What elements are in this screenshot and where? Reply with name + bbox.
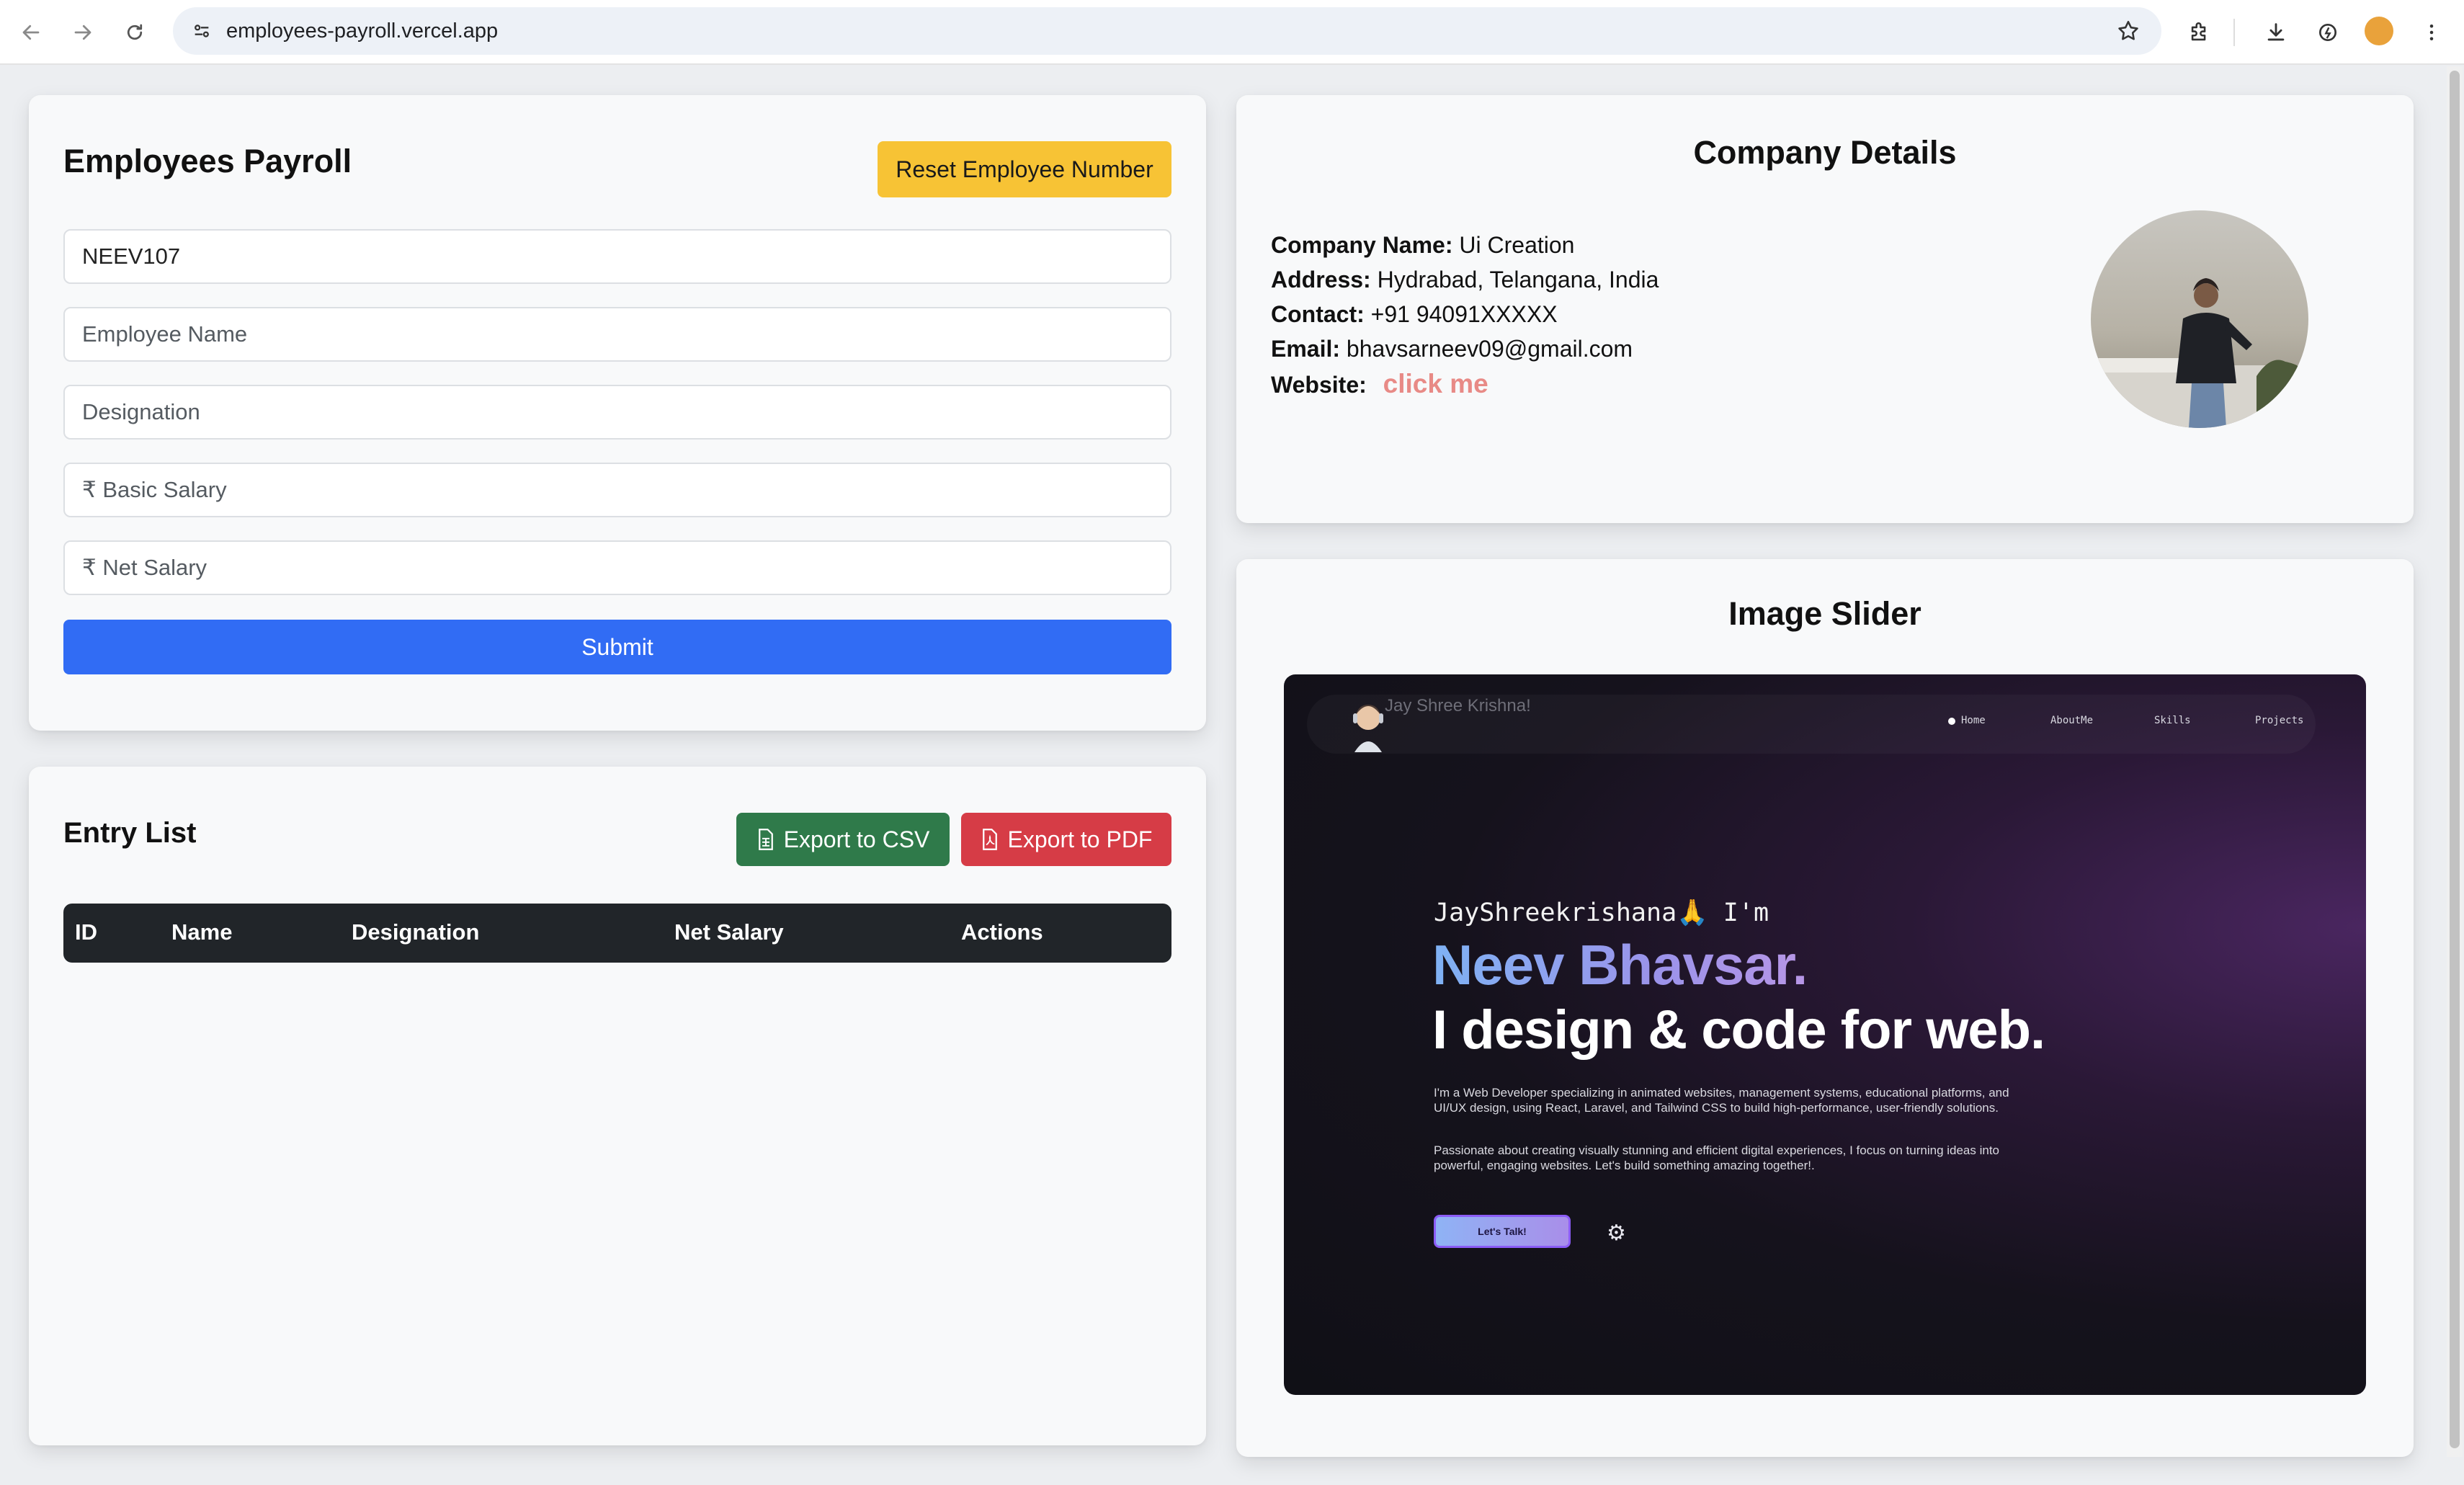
company-name-value: Ui Creation [1459,232,1575,258]
cartoon-avatar-icon [1349,699,1388,752]
website-link[interactable]: click me [1383,369,1488,398]
website-label: Website: [1271,372,1367,398]
slide-nav-skills: Skills [2154,715,2191,726]
profile-avatar[interactable] [2365,17,2393,45]
column-header-name: Name [171,919,233,945]
email-label: Email: [1271,336,1341,362]
arrow-right-icon [74,24,91,40]
nav-active-dot [1948,718,1955,725]
basic-salary-field[interactable] [63,463,1171,517]
star-icon [2118,20,2138,40]
company-name-row: Company Name: Ui Creation [1271,232,1574,259]
entry-list-title: Entry List [63,817,197,849]
slide-brand-text: Jay Shree Krishna! [1385,696,1531,715]
net-salary-field[interactable] [63,540,1171,595]
entry-table-header: ID Name Designation Net Salary Actions [63,904,1171,963]
site-info-button[interactable] [186,15,218,47]
arrow-left-icon [22,24,40,40]
slide-paragraph-1: I'm a Web Developer specializing in anim… [1434,1086,2009,1115]
address-row: Address: Hydrabad, Telangana, India [1271,267,1659,293]
contact-label: Contact: [1271,301,1365,327]
employee-id-field[interactable] [63,229,1171,284]
export-pdf-button[interactable]: Export to PDF [961,813,1171,866]
contact-row: Contact: +91 94091XXXXX [1271,301,1558,328]
export-csv-button[interactable]: Export to CSV [736,813,950,866]
reset-employee-number-button[interactable]: Reset Employee Number [878,141,1171,197]
email-value: bhavsarneev09@gmail.com [1346,336,1633,362]
bookmark-star-button[interactable] [2111,14,2146,48]
reload-button[interactable] [117,14,153,50]
image-slider-title: Image Slider [1728,595,1921,632]
slide-cta-button: Let's Talk! [1434,1215,1571,1248]
designation-field[interactable] [63,385,1171,440]
submit-button[interactable]: Submit [63,620,1171,674]
address-label: Address: [1271,267,1371,293]
website-row: Website: click me [1271,369,1488,399]
column-header-designation: Designation [352,919,480,945]
extensions-button[interactable] [2182,14,2218,50]
performance-button[interactable] [2310,14,2346,50]
employee-name-field[interactable] [63,307,1171,362]
file-pdf-icon [982,829,997,850]
profile-photo [2091,210,2308,428]
back-button[interactable] [13,14,49,50]
slide-nav-aboutme: AboutMe [2050,715,2094,726]
email-row: Email: bhavsarneev09@gmail.com [1271,336,1633,362]
page-scrollbar[interactable] [2447,66,2463,1457]
toolbar-divider [2233,19,2235,46]
download-icon [2267,23,2285,41]
address-value: Hydrabad, Telangana, India [1377,267,1659,293]
slide-nav-projects: Projects [2255,715,2304,726]
tune-icon [195,24,209,37]
forward-button[interactable] [65,14,101,50]
slide-greeting: JayShreekrishana🙏 I'm [1434,898,1769,927]
column-header-id: ID [75,919,97,945]
address-bar[interactable]: employees-payroll.vercel.app [173,7,2161,55]
slider-image[interactable]: Jay Shree Krishna! Home AboutMe Skills P… [1284,674,2366,1395]
export-pdf-label: Export to PDF [1007,826,1153,852]
kebab-menu-icon [2429,24,2434,40]
company-avatar [2091,210,2308,428]
reload-icon [127,24,143,40]
export-csv-label: Export to CSV [783,826,930,852]
browser-menu-button[interactable] [2414,14,2450,50]
downloads-button[interactable] [2258,14,2294,50]
puzzle-icon [2191,22,2206,41]
company-details-title: Company Details [1693,134,1957,171]
slide-name: Neev Bhavsar. [1432,933,1808,996]
slide-tagline: I design & code for web. [1432,999,2045,1061]
company-name-label: Company Name: [1271,232,1453,258]
browser-toolbar: employees-payroll.vercel.app [0,0,2464,65]
speed-icon [2319,24,2336,41]
payroll-title: Employees Payroll [63,143,352,179]
contact-value: +91 94091XXXXX [1370,301,1558,327]
url-text[interactable]: employees-payroll.vercel.app [226,19,498,43]
scrollbar-thumb[interactable] [2450,71,2460,1448]
file-spreadsheet-icon [758,829,773,850]
company-details-card: Company Details Company Name: Ui Creatio… [1236,95,2414,523]
column-header-actions: Actions [961,919,1043,945]
payroll-form-card: Employees Payroll Reset Employee Number … [29,95,1206,731]
slide-paragraph-2: Passionate about creating visually stunn… [1434,1143,2000,1172]
column-header-net-salary: Net Salary [674,919,784,945]
image-slider-card: Image Slider Jay Shree Krishna! Home Abo… [1236,559,2414,1457]
gear-icon: ⚙ [1607,1221,1626,1245]
slide-nav-home: Home [1961,715,1986,726]
entry-list-card: Entry List Export to CSV Export to PDF I… [29,767,1206,1445]
